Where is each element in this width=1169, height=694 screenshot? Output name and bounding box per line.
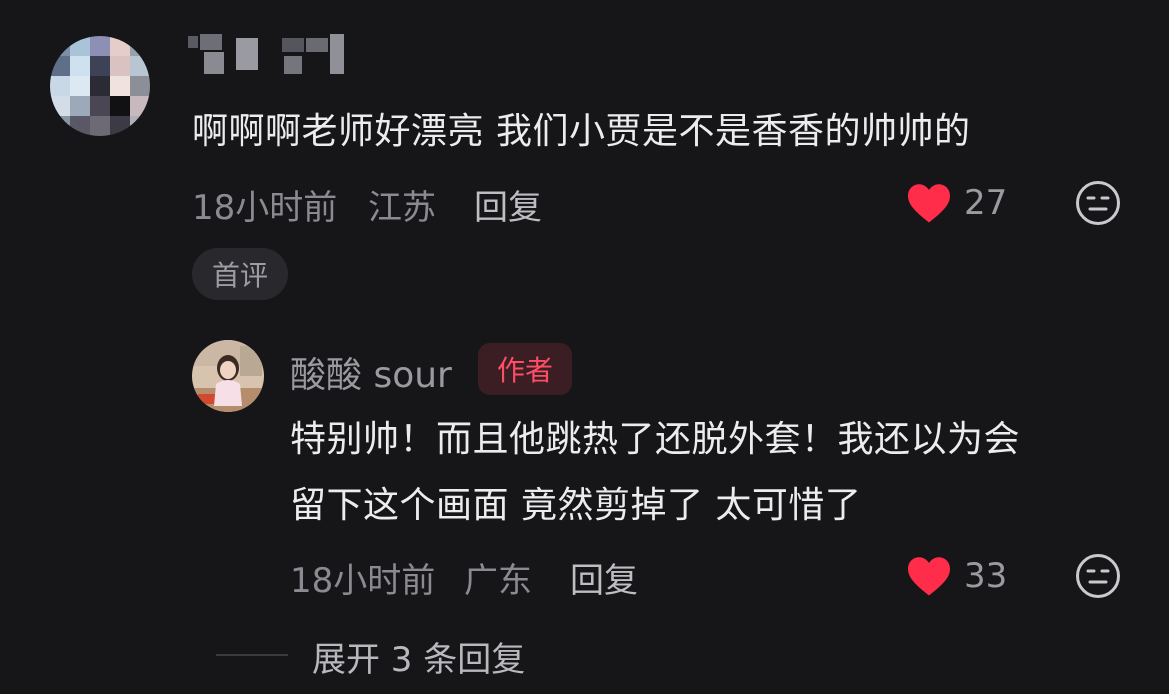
reply-text-line1: 特别帅！而且他跳热了还脱外套！我还以为会 <box>290 419 1021 460</box>
author-name[interactable]: 酸酸 sour <box>290 346 452 398</box>
neutral-face-icon <box>1076 554 1120 598</box>
expand-replies-button[interactable]: 展开 3 条回复 <box>312 632 525 681</box>
heart-icon <box>908 184 950 223</box>
heart-icon <box>908 557 950 596</box>
reply-like-count: 33 <box>964 556 1008 596</box>
comment-location: 江苏 <box>368 188 436 228</box>
reply-time: 18小时前 <box>290 561 436 601</box>
author-avatar-image <box>192 340 264 412</box>
commenter-avatar[interactable] <box>50 36 150 136</box>
reply-dislike-button[interactable] <box>1075 553 1121 603</box>
neutral-face-icon <box>1076 181 1120 225</box>
reply-text-line2: 留下这个画面 竟然剪掉了 太可惜了 <box>290 485 862 526</box>
comment-like-count: 27 <box>964 183 1008 223</box>
first-comment-badge: 首评 <box>192 248 288 300</box>
reply-location: 广东 <box>464 561 532 601</box>
comment-dislike-button[interactable] <box>1075 180 1121 230</box>
comment-like-button[interactable] <box>906 182 952 228</box>
comment-time: 18小时前 <box>192 188 338 228</box>
author-avatar[interactable] <box>192 340 264 412</box>
reply-like-button[interactable] <box>906 555 952 601</box>
comment-reply-button[interactable]: 回复 <box>474 180 542 229</box>
author-badge: 作者 <box>478 343 572 395</box>
reply-reply-button[interactable]: 回复 <box>570 553 638 602</box>
comment-text: 啊啊啊老师好漂亮 我们小贾是不是香香的帅帅的 <box>192 111 971 152</box>
expand-divider <box>216 654 288 656</box>
commenter-name[interactable] <box>188 34 358 76</box>
